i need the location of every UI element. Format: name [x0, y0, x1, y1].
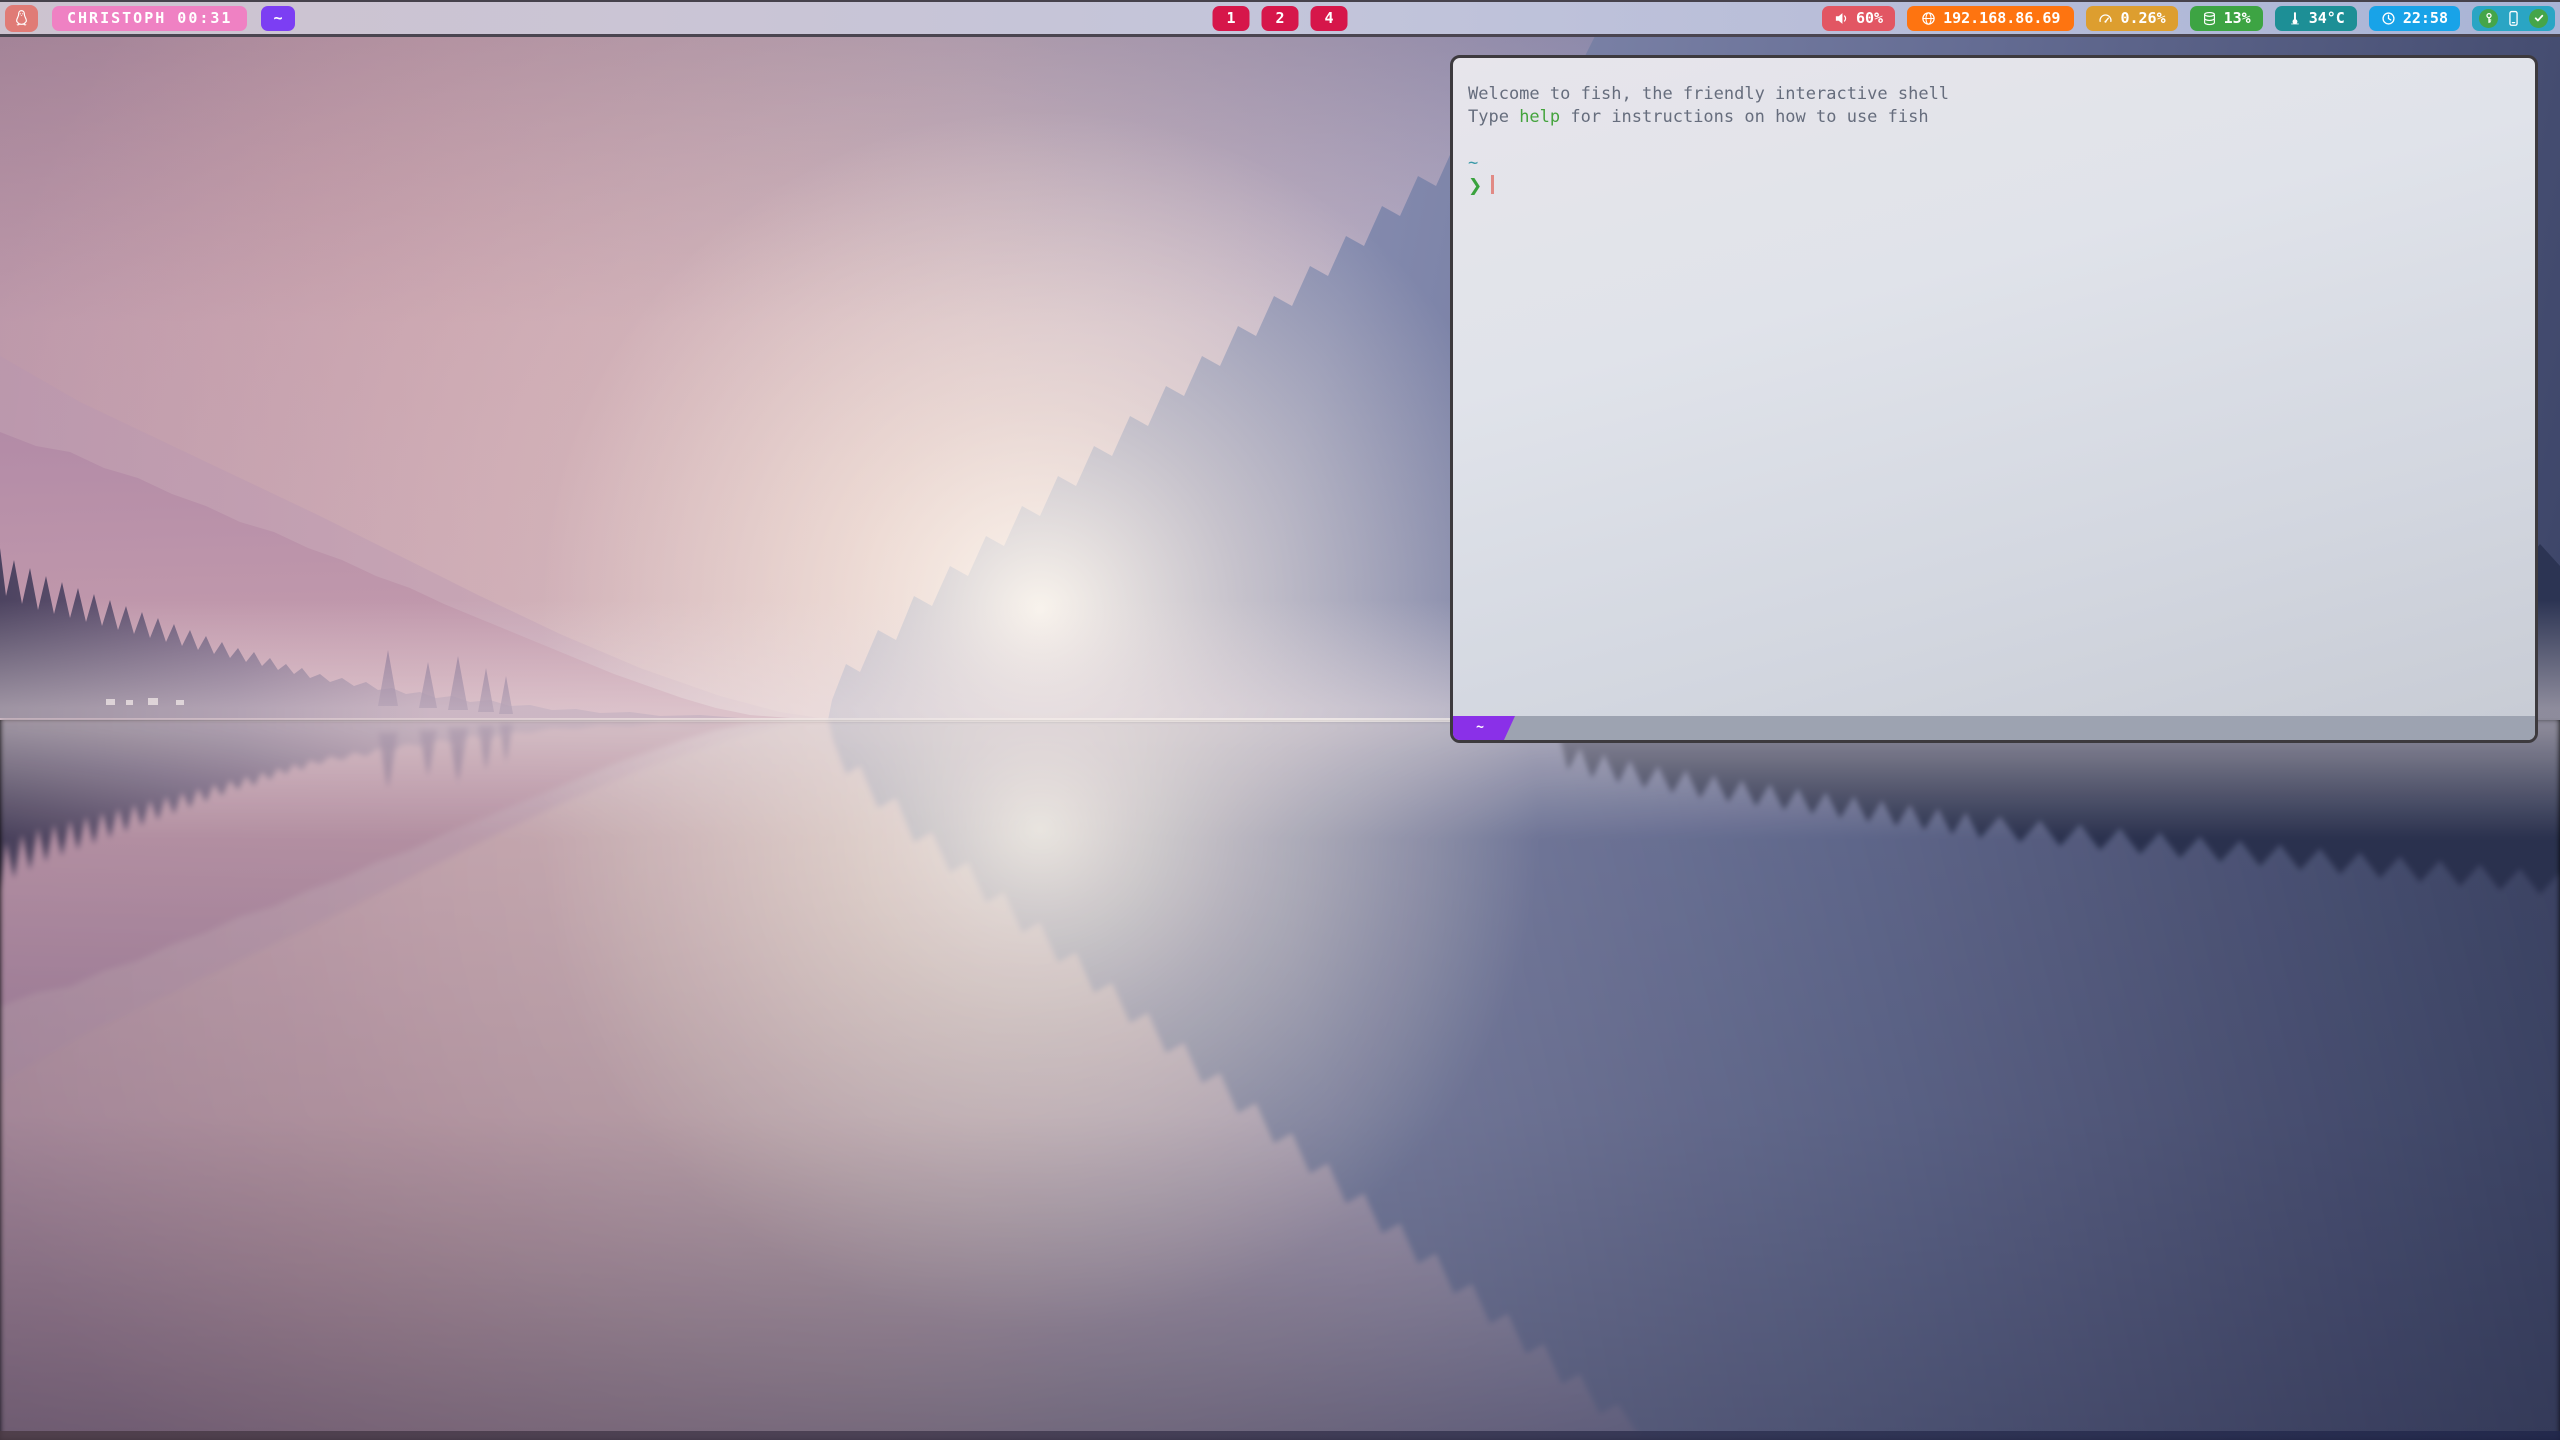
terminal-window[interactable]: Welcome to fish, the friendly interactiv… [1450, 55, 2538, 743]
prompt-chevron: ❯ [1468, 176, 1482, 196]
speaker-icon [1834, 11, 1849, 26]
status-bar-left: CHRISTOPH 00:31 ~ [5, 5, 295, 32]
ip-badge: 192.168.86.69 [1907, 6, 2074, 31]
blank-line [1468, 129, 2522, 152]
temperature-badge: 34°C [2275, 6, 2357, 31]
disk-value: 13% [2224, 9, 2251, 27]
globe-icon [1921, 11, 1936, 26]
clock-icon [2381, 11, 2396, 26]
water-bottom-edge [0, 1431, 2560, 1440]
check-icon [2533, 12, 2545, 24]
greeting-prefix: Type [1468, 107, 1519, 127]
linux-penguin-icon [13, 9, 30, 28]
disk-badge: 13% [2190, 6, 2263, 31]
system-tray [2472, 6, 2555, 31]
status-bar: CHRISTOPH 00:31 ~ 1 2 4 60% [0, 0, 2560, 37]
clock-value: 22:58 [2403, 9, 2448, 27]
volume-badge: 60% [1822, 6, 1895, 31]
database-icon [2202, 11, 2217, 26]
ip-value: 192.168.86.69 [1943, 9, 2060, 27]
terminal-tab-bar: ~ [1453, 716, 2535, 740]
os-badge [5, 5, 38, 32]
workspace-4[interactable]: 4 [1311, 6, 1348, 31]
workspace-2[interactable]: 2 [1262, 6, 1299, 31]
desktop: Welcome to fish, the friendly interactiv… [0, 0, 2560, 1440]
prompt-line[interactable]: ❯ [1468, 175, 2522, 198]
tray-check-button[interactable] [2529, 9, 2548, 28]
terminal-content[interactable]: Welcome to fish, the friendly interactiv… [1453, 58, 2535, 716]
terminal-cursor [1491, 175, 1494, 194]
load-badge: 0.26% [2086, 6, 2177, 31]
wallpaper-lake-reflection [0, 718, 2560, 1440]
clock-badge: 22:58 [2369, 6, 2460, 31]
thermometer-icon [2287, 11, 2302, 26]
terminal-tab-home[interactable]: ~ [1453, 716, 1515, 740]
fish-greeting-line1: Welcome to fish, the friendly interactiv… [1468, 83, 2522, 106]
water-shading [0, 718, 2560, 1440]
current-dir-badge: ~ [261, 6, 294, 31]
workspace-1[interactable]: 1 [1213, 6, 1250, 31]
user-uptime-badge: CHRISTOPH 00:31 [52, 6, 247, 31]
load-value: 0.26% [2120, 9, 2165, 27]
tray-key-button[interactable] [2479, 9, 2498, 28]
key-icon [2483, 12, 2495, 24]
greeting-suffix: for instructions on how to use fish [1560, 107, 1928, 127]
prompt-directory: ~ [1468, 152, 2522, 175]
temperature-value: 34°C [2309, 9, 2345, 27]
workspace-switcher: 1 2 4 [1213, 6, 1348, 31]
status-bar-right: 60% 192.168.86.69 0.26% [1822, 6, 2560, 31]
tray-phone-button[interactable] [2506, 10, 2521, 27]
volume-value: 60% [1856, 9, 1883, 27]
help-command: help [1519, 107, 1560, 127]
gauge-icon [2098, 11, 2113, 26]
fish-greeting-line2: Type help for instructions on how to use… [1468, 106, 2522, 129]
phone-icon [2506, 10, 2521, 27]
